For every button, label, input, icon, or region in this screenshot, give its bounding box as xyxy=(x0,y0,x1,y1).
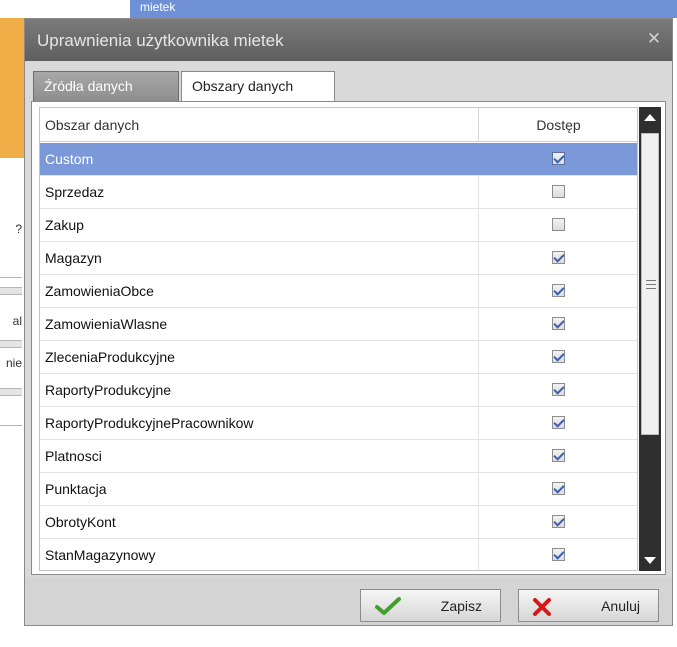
column-header-dostep[interactable]: Dostęp xyxy=(480,108,637,142)
data-area-name: ZamowieniaObce xyxy=(40,275,479,307)
access-checkbox[interactable] xyxy=(552,548,565,561)
scrollbar-thumb[interactable] xyxy=(641,133,659,435)
cancel-button-label: Anuluj xyxy=(601,598,640,614)
table-row[interactable]: ZamowieniaObce xyxy=(40,275,637,308)
table-row[interactable]: Platnosci xyxy=(40,440,637,473)
data-area-name: StanMagazynowy xyxy=(40,539,479,570)
access-cell xyxy=(480,143,637,175)
background-box xyxy=(0,340,22,348)
background-header-label: mietek xyxy=(140,0,176,14)
access-cell xyxy=(480,539,637,570)
access-checkbox[interactable] xyxy=(552,416,565,429)
access-cell xyxy=(480,176,637,208)
grid-rows: Custom Sprzedaz Zakup Magazyn ZamowieniaObce… xyxy=(40,143,637,570)
vertical-scrollbar[interactable] xyxy=(639,107,661,571)
data-area-name: Zakup xyxy=(40,209,479,241)
background-header-bar xyxy=(130,0,677,18)
tab-obszary-danych[interactable]: Obszary danych xyxy=(181,71,335,102)
dialog-titlebar[interactable]: Uprawnienia użytkownika mietek ✕ xyxy=(25,19,672,61)
permissions-dialog: Uprawnienia użytkownika mietek ✕ Źródła … xyxy=(24,18,673,626)
cancel-x-icon xyxy=(533,598,551,616)
data-area-name: Sprzedaz xyxy=(40,176,479,208)
table-row[interactable]: Custom xyxy=(40,143,637,176)
data-area-name: RaportyProdukcyjne xyxy=(40,374,479,406)
background-box xyxy=(0,388,22,396)
table-row[interactable]: StanMagazynowy xyxy=(40,539,637,570)
access-cell xyxy=(480,308,637,340)
dialog-title: Uprawnienia użytkownika mietek xyxy=(37,31,284,50)
access-cell xyxy=(480,242,637,274)
data-area-name: ZleceniaProdukcyjne xyxy=(40,341,479,373)
access-checkbox[interactable] xyxy=(552,350,565,363)
close-icon[interactable]: ✕ xyxy=(644,29,664,49)
table-row[interactable]: ZleceniaProdukcyjne xyxy=(40,341,637,374)
access-cell xyxy=(480,374,637,406)
background-fragment-al: al xyxy=(12,314,22,328)
access-cell xyxy=(480,341,637,373)
table-row[interactable]: RaportyProdukcyjne xyxy=(40,374,637,407)
access-checkbox[interactable] xyxy=(552,317,565,330)
tab-zrodla-danych[interactable]: Źródła danych xyxy=(33,71,179,101)
access-checkbox[interactable] xyxy=(552,284,565,297)
save-button[interactable]: Zapisz xyxy=(360,589,501,622)
grid-header: Obszar danych Dostęp xyxy=(40,108,637,142)
table-row[interactable]: Punktacja xyxy=(40,473,637,506)
data-area-name: ZamowieniaWlasne xyxy=(40,308,479,340)
table-row[interactable]: Magazyn xyxy=(40,242,637,275)
scroll-down-arrow-icon[interactable] xyxy=(639,549,661,571)
access-cell xyxy=(480,473,637,505)
access-cell xyxy=(480,440,637,472)
access-cell xyxy=(480,275,637,307)
table-row[interactable]: Zakup xyxy=(40,209,637,242)
column-header-obszar[interactable]: Obszar danych xyxy=(40,108,479,142)
background-divider xyxy=(0,277,22,278)
table-row[interactable]: ObrotyKont xyxy=(40,506,637,539)
background-fragment-nie: nie xyxy=(5,356,22,370)
access-checkbox[interactable] xyxy=(552,218,565,231)
access-checkbox[interactable] xyxy=(552,383,565,396)
background-fragment-question: ? xyxy=(15,222,22,236)
data-area-name: Punktacja xyxy=(40,473,479,505)
tab-strip: Źródła danych Obszary danych xyxy=(25,61,672,102)
access-cell xyxy=(480,407,637,439)
data-area-name: Platnosci xyxy=(40,440,479,472)
table-row[interactable]: Sprzedaz xyxy=(40,176,637,209)
data-areas-grid: Obszar danych Dostęp Custom Sprzedaz Zakup… xyxy=(39,107,638,571)
grip-icon xyxy=(646,280,656,289)
access-cell xyxy=(480,209,637,241)
save-button-label: Zapisz xyxy=(440,598,482,614)
table-row[interactable]: ZamowieniaWlasne xyxy=(40,308,637,341)
access-checkbox[interactable] xyxy=(552,482,565,495)
access-cell xyxy=(480,506,637,538)
data-area-name: Custom xyxy=(40,143,479,175)
data-area-name: ObrotyKont xyxy=(40,506,479,538)
scroll-up-arrow-icon[interactable] xyxy=(639,107,661,129)
tab-content: Obszar danych Dostęp Custom Sprzedaz Zakup… xyxy=(31,101,666,575)
background-divider xyxy=(0,425,22,426)
access-checkbox[interactable] xyxy=(552,185,565,198)
access-checkbox[interactable] xyxy=(552,251,565,264)
data-area-name: RaportyProdukcyjnePracownikow xyxy=(40,407,479,439)
background-orange-panel xyxy=(0,18,24,158)
button-bar: Zapisz Anuluj xyxy=(25,577,672,625)
access-checkbox[interactable] xyxy=(552,515,565,528)
access-checkbox[interactable] xyxy=(552,449,565,462)
data-area-name: Magazyn xyxy=(40,242,479,274)
table-row[interactable]: RaportyProdukcyjnePracownikow xyxy=(40,407,637,440)
access-checkbox[interactable] xyxy=(552,152,565,165)
cancel-button[interactable]: Anuluj xyxy=(518,589,659,622)
background-box xyxy=(0,287,22,295)
checkmark-icon xyxy=(375,597,401,615)
